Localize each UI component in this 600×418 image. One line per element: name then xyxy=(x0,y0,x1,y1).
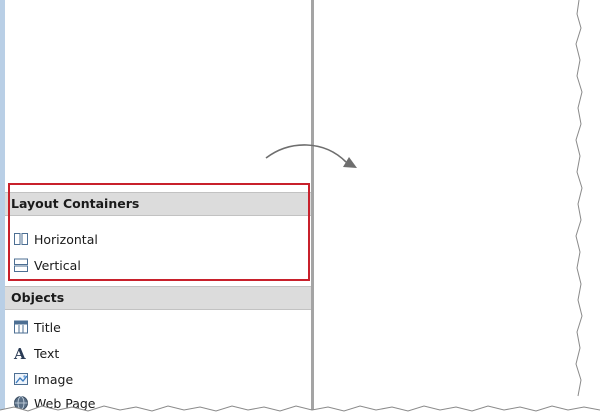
section-header-objects[interactable]: Objects xyxy=(5,286,311,310)
section-header-layout-containers[interactable]: Layout Containers xyxy=(5,192,311,216)
image-icon xyxy=(13,371,29,387)
drag-arrow-icon xyxy=(265,144,357,168)
text-icon: A xyxy=(13,345,29,363)
item-label: Title xyxy=(34,320,61,335)
section-title: Objects xyxy=(11,290,65,305)
item-label: Horizontal xyxy=(34,232,98,247)
torn-edge-bottom xyxy=(0,405,600,418)
toolbox-item-text[interactable]: A Text xyxy=(5,342,311,366)
svg-text:A: A xyxy=(13,345,26,361)
vertical-layout-icon xyxy=(13,257,29,273)
panel-divider[interactable] xyxy=(311,0,314,412)
item-label: Vertical xyxy=(34,258,81,273)
item-label: Image xyxy=(34,372,74,387)
horizontal-layout-icon xyxy=(13,231,29,247)
title-icon xyxy=(13,319,29,335)
toolbox-item-title[interactable]: Title xyxy=(5,316,311,340)
toolbox-item-vertical[interactable]: Vertical xyxy=(5,254,311,278)
section-title: Layout Containers xyxy=(11,196,140,211)
toolbox-item-horizontal[interactable]: Horizontal xyxy=(5,228,311,252)
torn-edge-right xyxy=(575,0,600,418)
screenshot-card: Layout Containers Horizontal Vertical Ob… xyxy=(0,0,590,412)
item-label: Text xyxy=(34,346,60,361)
toolbox-item-image[interactable]: Image xyxy=(5,368,311,392)
